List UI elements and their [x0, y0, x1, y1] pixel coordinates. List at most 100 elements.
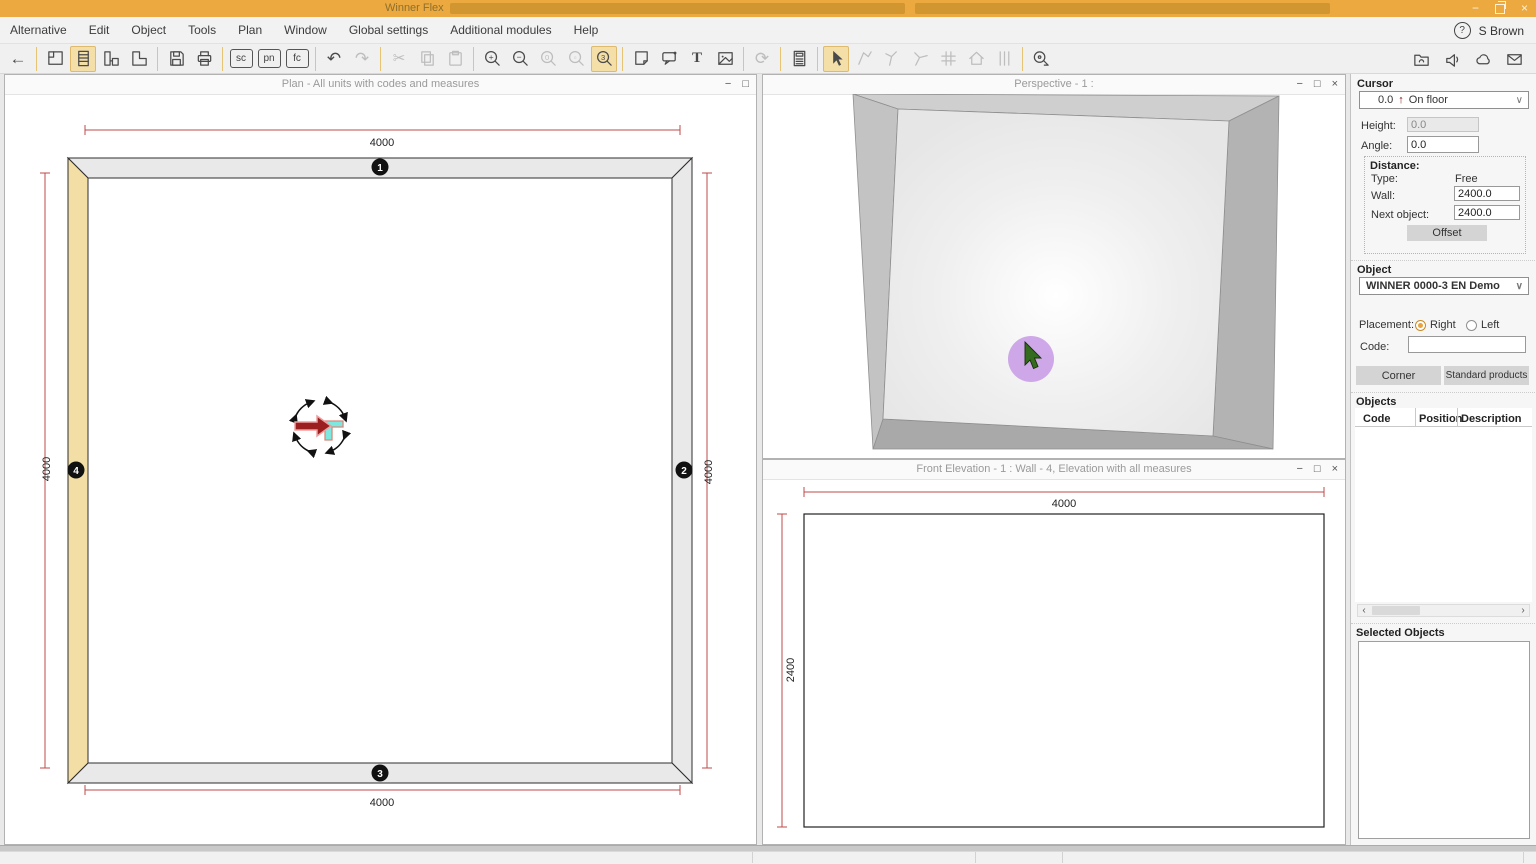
cursor-mode-dropdown[interactable]: 0.0 ↑ On floor ∨ — [1359, 91, 1529, 109]
perspective-canvas[interactable] — [763, 94, 1345, 458]
fc-button[interactable]: fc — [284, 46, 310, 72]
placement-cursor[interactable] — [295, 402, 345, 452]
wall-units-button[interactable] — [98, 46, 124, 72]
column-divider[interactable] — [1457, 408, 1458, 426]
zoom-all-button[interactable]: 3 — [591, 46, 617, 72]
panel-maximize-icon[interactable]: □ — [1314, 75, 1321, 94]
unit-list-button[interactable] — [70, 46, 96, 72]
placement-left-radio[interactable] — [1466, 320, 1477, 331]
menu-tools[interactable]: Tools — [188, 23, 216, 37]
offset-button[interactable]: Offset — [1407, 225, 1487, 241]
menu-help[interactable]: Help — [574, 23, 599, 37]
elevation-dim-width: 4000 — [1052, 498, 1076, 510]
materials-button[interactable] — [712, 46, 738, 72]
zoom-in-button[interactable]: + — [479, 46, 505, 72]
panel-maximize-icon[interactable]: □ — [1314, 460, 1321, 479]
note-button[interactable] — [628, 46, 654, 72]
standard-products-button[interactable]: Standard products — [1444, 366, 1529, 385]
objects-hscrollbar[interactable]: ‹ › — [1357, 604, 1530, 617]
code-field[interactable] — [1408, 336, 1526, 353]
print-icon — [195, 49, 214, 68]
corner-button[interactable]: Corner — [1356, 366, 1441, 385]
window-minimize-icon[interactable]: − — [1472, 0, 1479, 17]
toolbar-separator — [622, 47, 623, 71]
distance-groupbox: Distance: Type: Free Wall: Next object: … — [1364, 156, 1526, 254]
selected-objects-list[interactable] — [1358, 641, 1530, 839]
panel-close-icon[interactable]: × — [1332, 460, 1338, 479]
menu-alternative[interactable]: Alternative — [10, 23, 67, 37]
svg-text:−: − — [516, 52, 521, 62]
elevation-panel-title: Front Elevation - 1 : Wall - 4, Elevatio… — [916, 463, 1191, 475]
rotate-button: ⟳ — [749, 46, 775, 72]
mail-button[interactable] — [1501, 46, 1527, 72]
calculator-button[interactable] — [786, 46, 812, 72]
pointer-tool-button[interactable] — [823, 46, 849, 72]
redo-button: ↷ — [349, 46, 375, 72]
panel-close-icon[interactable]: × — [1332, 75, 1338, 94]
scroll-left-icon[interactable]: ‹ — [1358, 605, 1370, 616]
window-close-icon[interactable]: × — [1521, 0, 1528, 17]
save-button[interactable] — [163, 46, 189, 72]
cloud-sync-button[interactable] — [1470, 46, 1496, 72]
panel-minimize-icon[interactable]: − — [1296, 460, 1302, 479]
next-object-field[interactable] — [1454, 205, 1520, 220]
print-button[interactable] — [191, 46, 217, 72]
corner-units-icon — [130, 49, 149, 68]
panel-minimize-icon[interactable]: − — [1296, 75, 1302, 94]
angle-field[interactable] — [1407, 136, 1479, 153]
roof-tool-button — [963, 46, 989, 72]
back-button[interactable]: ← — [5, 46, 31, 72]
code-label: Code: — [1360, 341, 1389, 353]
catalog-dropdown[interactable]: WINNER 0000-3 EN Demo ∨ — [1359, 277, 1529, 295]
pn-button[interactable]: pn — [256, 46, 282, 72]
room-plan-button[interactable] — [42, 46, 68, 72]
cut-button: ✂ — [386, 46, 412, 72]
panel-minimize-icon[interactable]: − — [725, 75, 731, 94]
room-floor-3d[interactable] — [883, 109, 1229, 436]
plan-canvas[interactable]: 4000 4000 4000 4000 1 2 — [5, 94, 756, 844]
placement-right-label: Right — [1430, 319, 1456, 331]
help-icon[interactable]: ? — [1454, 22, 1471, 39]
menu-window[interactable]: Window — [284, 23, 327, 37]
elevation-wall-outline[interactable] — [804, 514, 1324, 827]
menu-plan[interactable]: Plan — [238, 23, 262, 37]
corner-units-button[interactable] — [126, 46, 152, 72]
zoom-out-button[interactable]: − — [507, 46, 533, 72]
svg-text:▫: ▫ — [573, 53, 576, 62]
perspective-panel-title: Perspective - 1 : — [1014, 78, 1093, 90]
comment-button[interactable] — [656, 46, 682, 72]
text-tool-button[interactable]: T — [684, 46, 710, 72]
plan-panel-title: Plan - All units with codes and measures — [282, 78, 480, 90]
announcements-button[interactable] — [1439, 46, 1465, 72]
objects-table[interactable]: Code Position Description — [1355, 408, 1532, 602]
scroll-right-icon[interactable]: › — [1517, 605, 1529, 616]
wall-spacing-icon — [995, 49, 1014, 68]
menu-global-settings[interactable]: Global settings — [349, 23, 428, 37]
redacted-text — [450, 3, 905, 14]
cloud-folder-button[interactable] — [1408, 46, 1434, 72]
column-divider[interactable] — [1415, 408, 1416, 426]
placement-left-label: Left — [1481, 319, 1499, 331]
user-name[interactable]: S Brown — [1479, 24, 1524, 38]
elevation-canvas[interactable]: 4000 2400 — [763, 479, 1345, 844]
menu-edit[interactable]: Edit — [89, 23, 110, 37]
placement-right-radio[interactable] — [1415, 320, 1426, 331]
wall-angle-2-button — [879, 46, 905, 72]
cursor-z-value: 0.0 — [1378, 94, 1393, 106]
sc-button[interactable]: sc — [228, 46, 254, 72]
menu-object[interactable]: Object — [131, 23, 166, 37]
comment-icon — [660, 49, 679, 68]
unit-list-icon — [74, 49, 93, 68]
window-restore-icon[interactable] — [1495, 4, 1505, 14]
toolbar-separator — [36, 47, 37, 71]
scrollbar-thumb[interactable] — [1372, 606, 1420, 615]
menu-additional-modules[interactable]: Additional modules — [450, 23, 551, 37]
perspective-panel: Perspective - 1 : − □ × — [762, 74, 1346, 459]
copy-button — [414, 46, 440, 72]
panel-maximize-icon[interactable]: □ — [742, 75, 749, 94]
distance-wall-field[interactable] — [1454, 186, 1520, 201]
cloud-icon — [1474, 50, 1493, 69]
measure-button[interactable] — [1028, 46, 1054, 72]
undo-button[interactable]: ↶ — [321, 46, 347, 72]
objects-section-title: Objects — [1356, 396, 1396, 408]
